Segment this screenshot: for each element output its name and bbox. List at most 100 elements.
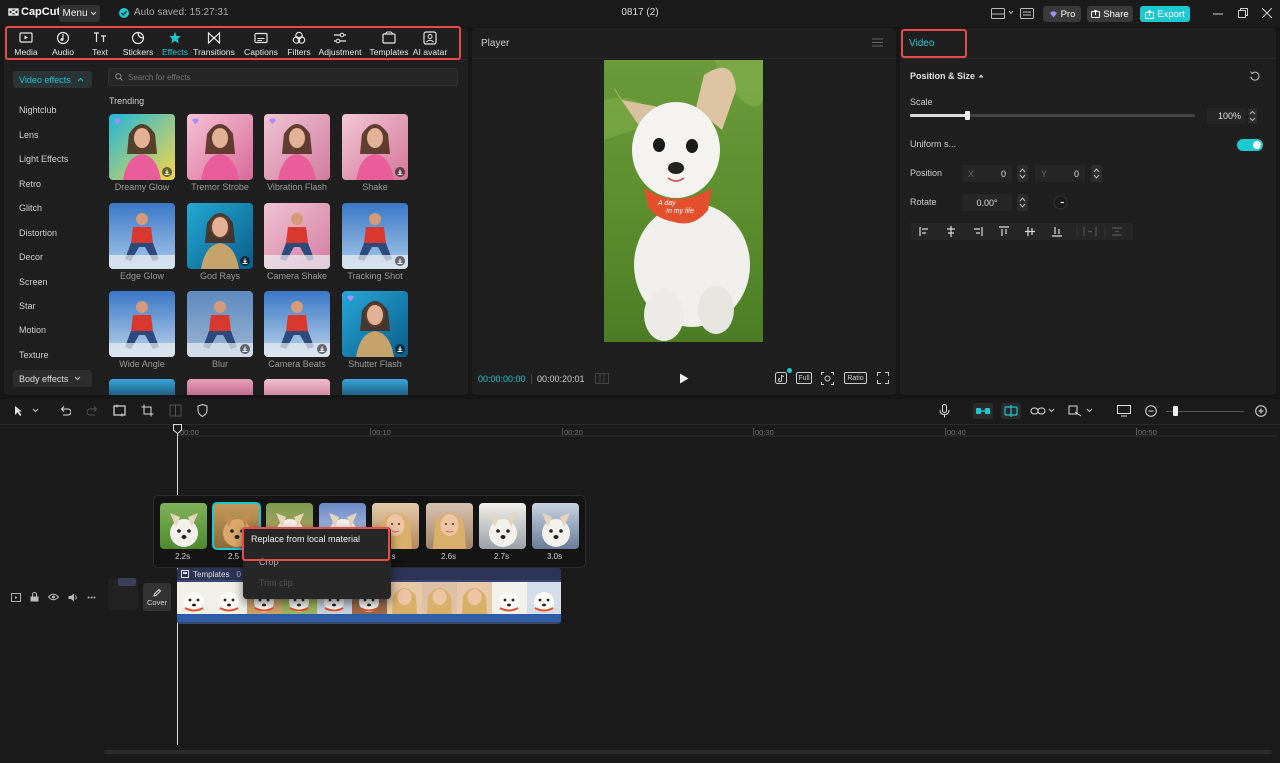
tab-video[interactable]: Video (909, 38, 934, 49)
tab-ai-avatar[interactable]: AI avatar (411, 31, 449, 57)
microphone-icon[interactable] (939, 404, 950, 418)
effects-search-input[interactable]: Search for effects (108, 68, 458, 86)
scale-stepper-icon[interactable] (1248, 108, 1257, 124)
reset-icon[interactable] (1250, 71, 1260, 81)
more-icon[interactable] (87, 596, 96, 599)
category-distortion[interactable]: Distortion (19, 228, 57, 238)
keyboard-icon[interactable] (1020, 8, 1034, 19)
category-lens[interactable]: Lens (19, 130, 39, 140)
ratio-button[interactable]: Ratio (844, 372, 867, 384)
effect-card-tracking-shot[interactable]: Tracking Shot (342, 203, 408, 281)
effect-card-god-rays[interactable]: God Rays (187, 203, 253, 281)
pro-button[interactable]: Pro (1043, 6, 1081, 22)
replace-local-material-item[interactable]: Replace from local material (251, 534, 360, 544)
category-star[interactable]: Star (19, 301, 36, 311)
preview-axis-icon[interactable] (1068, 405, 1094, 417)
screen-split-icon[interactable] (1117, 405, 1131, 417)
position-size-section[interactable]: Position & Size (910, 71, 984, 81)
restore-icon[interactable] (1238, 8, 1248, 18)
eye-icon[interactable] (48, 593, 59, 601)
tab-stickers[interactable]: Stickers (119, 31, 157, 57)
minimize-icon[interactable] (1213, 13, 1223, 15)
category-decor[interactable]: Decor (19, 252, 43, 262)
replace-clip-icon[interactable] (113, 404, 126, 417)
timeline-scrollbar[interactable] (104, 750, 1272, 754)
tab-adjustment[interactable]: Adjustment (321, 31, 359, 57)
category-motion[interactable]: Motion (19, 325, 46, 335)
position-y-input[interactable]: Y 0 (1035, 165, 1085, 182)
download-icon[interactable] (395, 256, 405, 266)
crop-icon[interactable] (141, 404, 154, 417)
rotate-stepper-icon[interactable] (1017, 194, 1028, 211)
category-texture[interactable]: Texture (19, 350, 49, 360)
download-icon[interactable] (395, 167, 405, 177)
share-button[interactable]: Share (1087, 6, 1133, 22)
popup-media-thumbnail[interactable] (426, 503, 473, 549)
popup-media-thumbnail[interactable] (532, 503, 579, 549)
link-icon[interactable] (1030, 405, 1056, 417)
zoom-slider-handle[interactable] (1173, 406, 1178, 416)
effect-card-shake[interactable]: Shake (342, 114, 408, 192)
effect-card-partial[interactable] (264, 379, 330, 395)
tab-media[interactable]: Media (7, 31, 45, 57)
effect-card-camera-shake[interactable]: Camera Shake (264, 203, 330, 281)
select-tool-icon[interactable] (14, 405, 40, 417)
video-effects-category[interactable]: Video effects (13, 71, 92, 88)
zoom-in-icon[interactable] (1255, 405, 1267, 417)
align-icons[interactable] (910, 223, 1133, 240)
popup-media-thumbnail[interactable] (160, 503, 207, 549)
scale-value-input[interactable]: 100% (1207, 108, 1245, 124)
effect-card-tremor-strobe[interactable]: Tremor Strobe (187, 114, 253, 192)
category-retro[interactable]: Retro (19, 179, 41, 189)
download-icon[interactable] (240, 344, 250, 354)
tab-effects[interactable]: Effects (156, 31, 194, 57)
tab-filters[interactable]: Filters (280, 31, 318, 57)
rotate-dial-icon[interactable] (1053, 195, 1068, 210)
trim-clip-menu-item[interactable]: Trim clip (259, 578, 293, 588)
zoom-out-icon[interactable] (1145, 405, 1157, 417)
effect-card-shutter-flash[interactable]: Shutter Flash (342, 291, 408, 369)
snapshot-icon[interactable] (821, 372, 834, 385)
effect-card-partial[interactable] (109, 379, 175, 395)
play-button[interactable] (679, 373, 689, 384)
tab-audio[interactable]: Audio (44, 31, 82, 57)
download-icon[interactable] (395, 344, 405, 354)
tiktok-icon[interactable] (775, 372, 787, 384)
effect-card-wide-angle[interactable]: Wide Angle (109, 291, 175, 369)
fullscreen-icon[interactable] (877, 372, 889, 384)
position-x-input[interactable]: X 0 (962, 165, 1012, 182)
auto-snap-button[interactable] (1001, 403, 1021, 419)
scale-slider[interactable] (910, 114, 1195, 117)
effect-card-partial[interactable] (342, 379, 408, 395)
player-menu-icon[interactable] (872, 38, 883, 47)
freeze-icon[interactable] (169, 404, 182, 417)
position-x-stepper-icon[interactable] (1017, 165, 1028, 182)
export-button[interactable]: Export (1140, 6, 1190, 22)
effect-card-dreamy-glow[interactable]: Dreamy Glow (109, 114, 175, 192)
video-preview[interactable] (604, 60, 763, 342)
layout-chevron-icon[interactable] (1008, 10, 1014, 15)
close-icon[interactable] (1262, 8, 1272, 18)
redo-icon[interactable] (87, 405, 99, 417)
popup-media-thumbnail[interactable] (479, 503, 526, 549)
position-y-stepper-icon[interactable] (1091, 165, 1102, 182)
body-effects-category[interactable]: Body effects (13, 370, 92, 387)
menu-button[interactable]: Menu (59, 5, 100, 22)
full-quality-button[interactable]: Full (796, 372, 812, 384)
download-icon[interactable] (317, 344, 327, 354)
effect-card-camera-beats[interactable]: Camera Beats (264, 291, 330, 369)
download-icon[interactable] (162, 167, 172, 177)
tab-text[interactable]: Text (81, 31, 119, 57)
effect-card-partial[interactable] (187, 379, 253, 395)
crop-menu-item[interactable]: Crop (259, 557, 279, 567)
tab-transitions[interactable]: Transitions (195, 31, 233, 57)
effect-card-vibration-flash[interactable]: Vibration Flash (264, 114, 330, 192)
cover-button[interactable]: Cover (143, 583, 171, 611)
category-light-effects[interactable]: Light Effects (19, 154, 68, 164)
download-icon[interactable] (240, 256, 250, 266)
layout-icon[interactable] (991, 8, 1005, 19)
undo-icon[interactable] (59, 405, 71, 417)
category-screen[interactable]: Screen (19, 277, 48, 287)
tab-captions[interactable]: Captions (242, 31, 280, 57)
uniform-scale-toggle[interactable] (1237, 139, 1263, 151)
